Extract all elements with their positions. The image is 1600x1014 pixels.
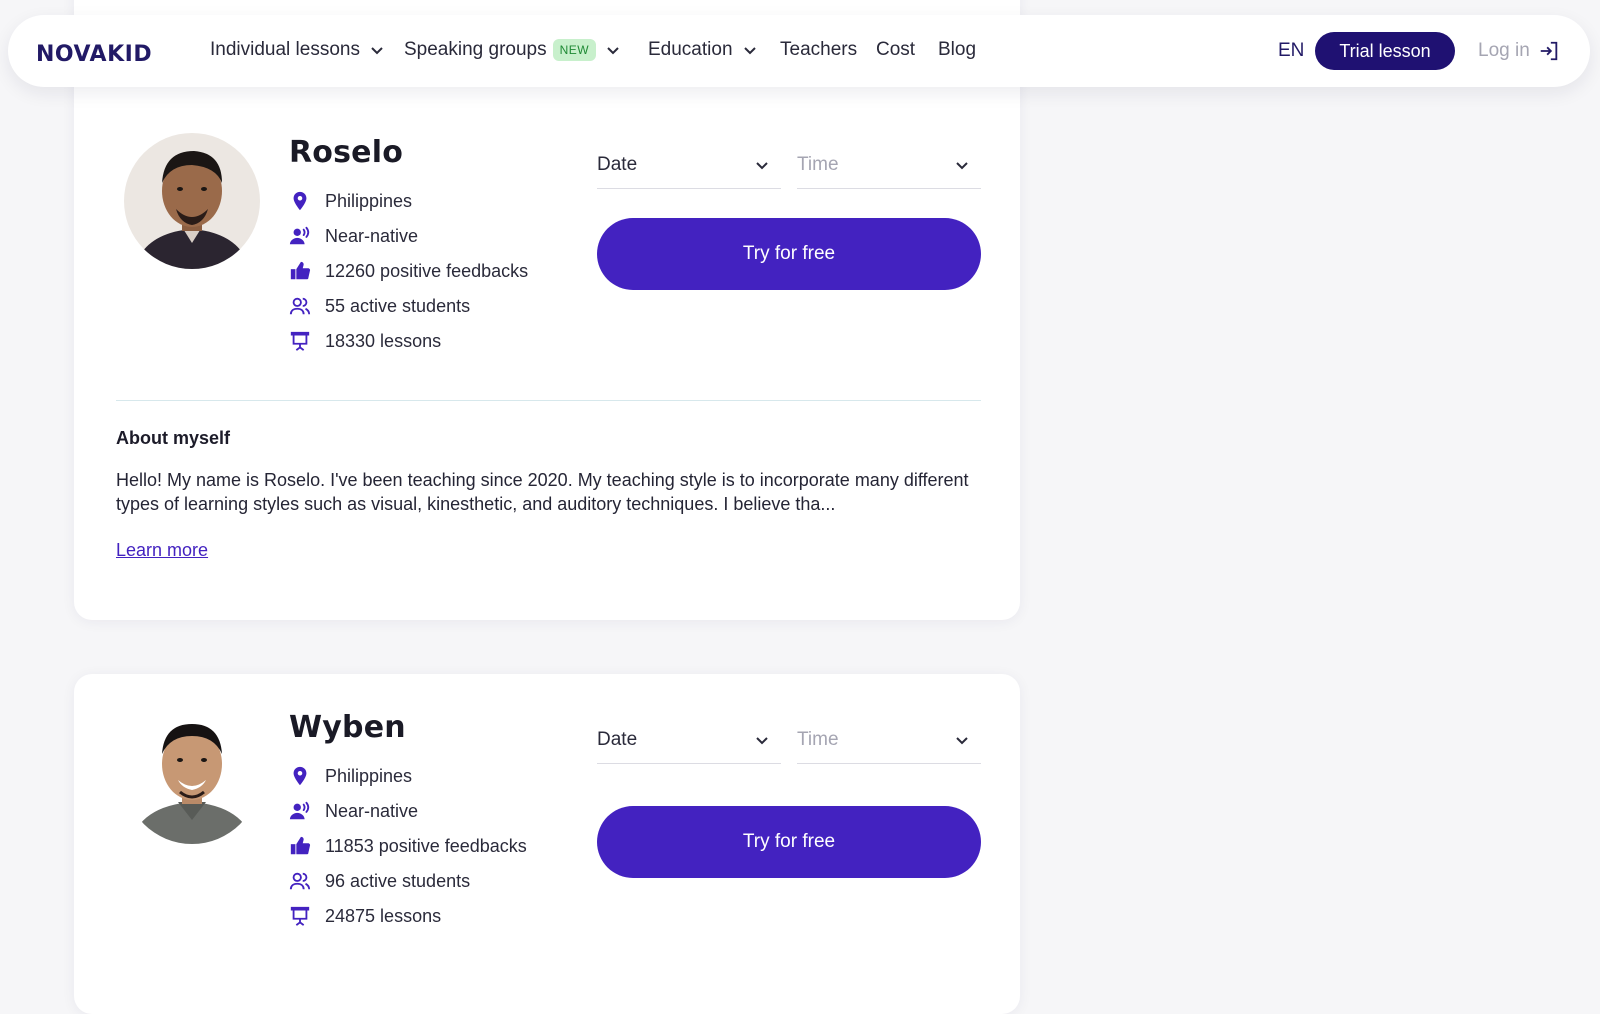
- stat-lessons: 24875 lessons: [289, 904, 441, 928]
- teacher-name: Roselo: [289, 135, 404, 170]
- divider: [116, 400, 981, 401]
- speaking-person-icon: [289, 225, 311, 247]
- nav-cost[interactable]: Cost: [876, 39, 915, 61]
- students-label: 96 active students: [325, 870, 471, 891]
- nav-education-label: Education: [648, 39, 733, 60]
- about-title: About myself: [116, 428, 231, 448]
- stat-country: Philippines: [289, 189, 412, 213]
- learn-more-link[interactable]: Learn more: [116, 540, 208, 561]
- logo-text: NOVAKID: [36, 41, 153, 67]
- trial-lesson-button[interactable]: Trial lesson: [1315, 32, 1455, 70]
- chevron-down-icon: [956, 162, 968, 170]
- speaking-person-icon: [289, 800, 311, 822]
- time-select[interactable]: Time: [797, 717, 981, 764]
- nav-blog[interactable]: Blog: [938, 39, 976, 61]
- date-select-label: Date: [597, 729, 638, 750]
- novakid-logo[interactable]: NOVAKID: [36, 39, 152, 69]
- lessons-label: 18330 lessons: [325, 330, 442, 351]
- date-select-label: Date: [597, 154, 638, 175]
- chevron-down-icon: [371, 47, 383, 55]
- nav-speaking-groups[interactable]: Speaking groups NEW: [404, 39, 620, 61]
- thumbs-up-icon: [289, 260, 311, 282]
- presentation-board-icon: [289, 905, 311, 927]
- time-select-label: Time: [797, 154, 839, 175]
- stat-students: 96 active students: [289, 869, 470, 893]
- thumbs-up-icon: [289, 835, 311, 857]
- new-badge: NEW: [552, 39, 597, 61]
- country-label: Philippines: [325, 190, 413, 211]
- teacher-card-wyben: Wyben Philippines Near-native 11853 posi…: [74, 674, 1020, 1014]
- top-navbar: NOVAKID Individual lessons Speaking grou…: [8, 15, 1590, 87]
- nav-individual-lessons-label: Individual lessons: [210, 39, 360, 60]
- teacher-avatar: [124, 133, 260, 269]
- feedbacks-label: 11853 positive feedbacks: [325, 835, 527, 856]
- teacher-name: Wyben: [289, 710, 406, 745]
- nav-individual-lessons[interactable]: Individual lessons: [210, 39, 384, 61]
- feedbacks-label: 12260 positive feedbacks: [325, 260, 529, 281]
- chevron-down-icon: [756, 162, 768, 170]
- about-text: Hello! My name is Roselo. I've been teac…: [116, 470, 969, 514]
- date-select[interactable]: Date: [597, 142, 781, 189]
- stat-level: Near-native: [289, 224, 418, 248]
- location-pin-icon: [289, 190, 311, 212]
- login-arrow-icon: [1540, 41, 1558, 61]
- students-label: 55 active students: [325, 295, 471, 316]
- chevron-down-icon: [607, 47, 619, 55]
- nav-teachers[interactable]: Teachers: [780, 39, 857, 61]
- level-label: Near-native: [325, 800, 419, 821]
- stat-feedbacks: 12260 positive feedbacks: [289, 259, 528, 283]
- users-icon: [289, 295, 311, 317]
- users-icon: [289, 870, 311, 892]
- nav-education[interactable]: Education: [648, 39, 757, 61]
- stat-feedbacks: 11853 positive feedbacks: [289, 834, 527, 858]
- stat-lessons: 18330 lessons: [289, 329, 441, 353]
- presentation-board-icon: [289, 330, 311, 352]
- try-for-free-button[interactable]: Try for free: [597, 218, 981, 290]
- lessons-label: 24875 lessons: [325, 905, 442, 926]
- try-for-free-button[interactable]: Try for free: [597, 806, 981, 878]
- chevron-down-icon: [756, 737, 768, 745]
- time-select-label: Time: [797, 729, 839, 750]
- level-label: Near-native: [325, 225, 419, 246]
- stat-students: 55 active students: [289, 294, 470, 318]
- language-switch[interactable]: EN: [1278, 40, 1304, 62]
- time-select[interactable]: Time: [797, 142, 981, 189]
- login-link[interactable]: Log in: [1478, 40, 1560, 62]
- country-label: Philippines: [325, 765, 413, 786]
- stat-country: Philippines: [289, 764, 412, 788]
- nav-speaking-groups-label: Speaking groups: [404, 39, 547, 60]
- chevron-down-icon: [743, 47, 756, 55]
- teacher-avatar: [124, 708, 260, 844]
- login-label: Log in: [1478, 40, 1530, 61]
- location-pin-icon: [289, 765, 311, 787]
- teacher-card-roselo: Roselo Philippines Near-native 12260 pos…: [74, 0, 1020, 620]
- date-select[interactable]: Date: [597, 717, 781, 764]
- stat-level: Near-native: [289, 799, 418, 823]
- chevron-down-icon: [956, 737, 968, 745]
